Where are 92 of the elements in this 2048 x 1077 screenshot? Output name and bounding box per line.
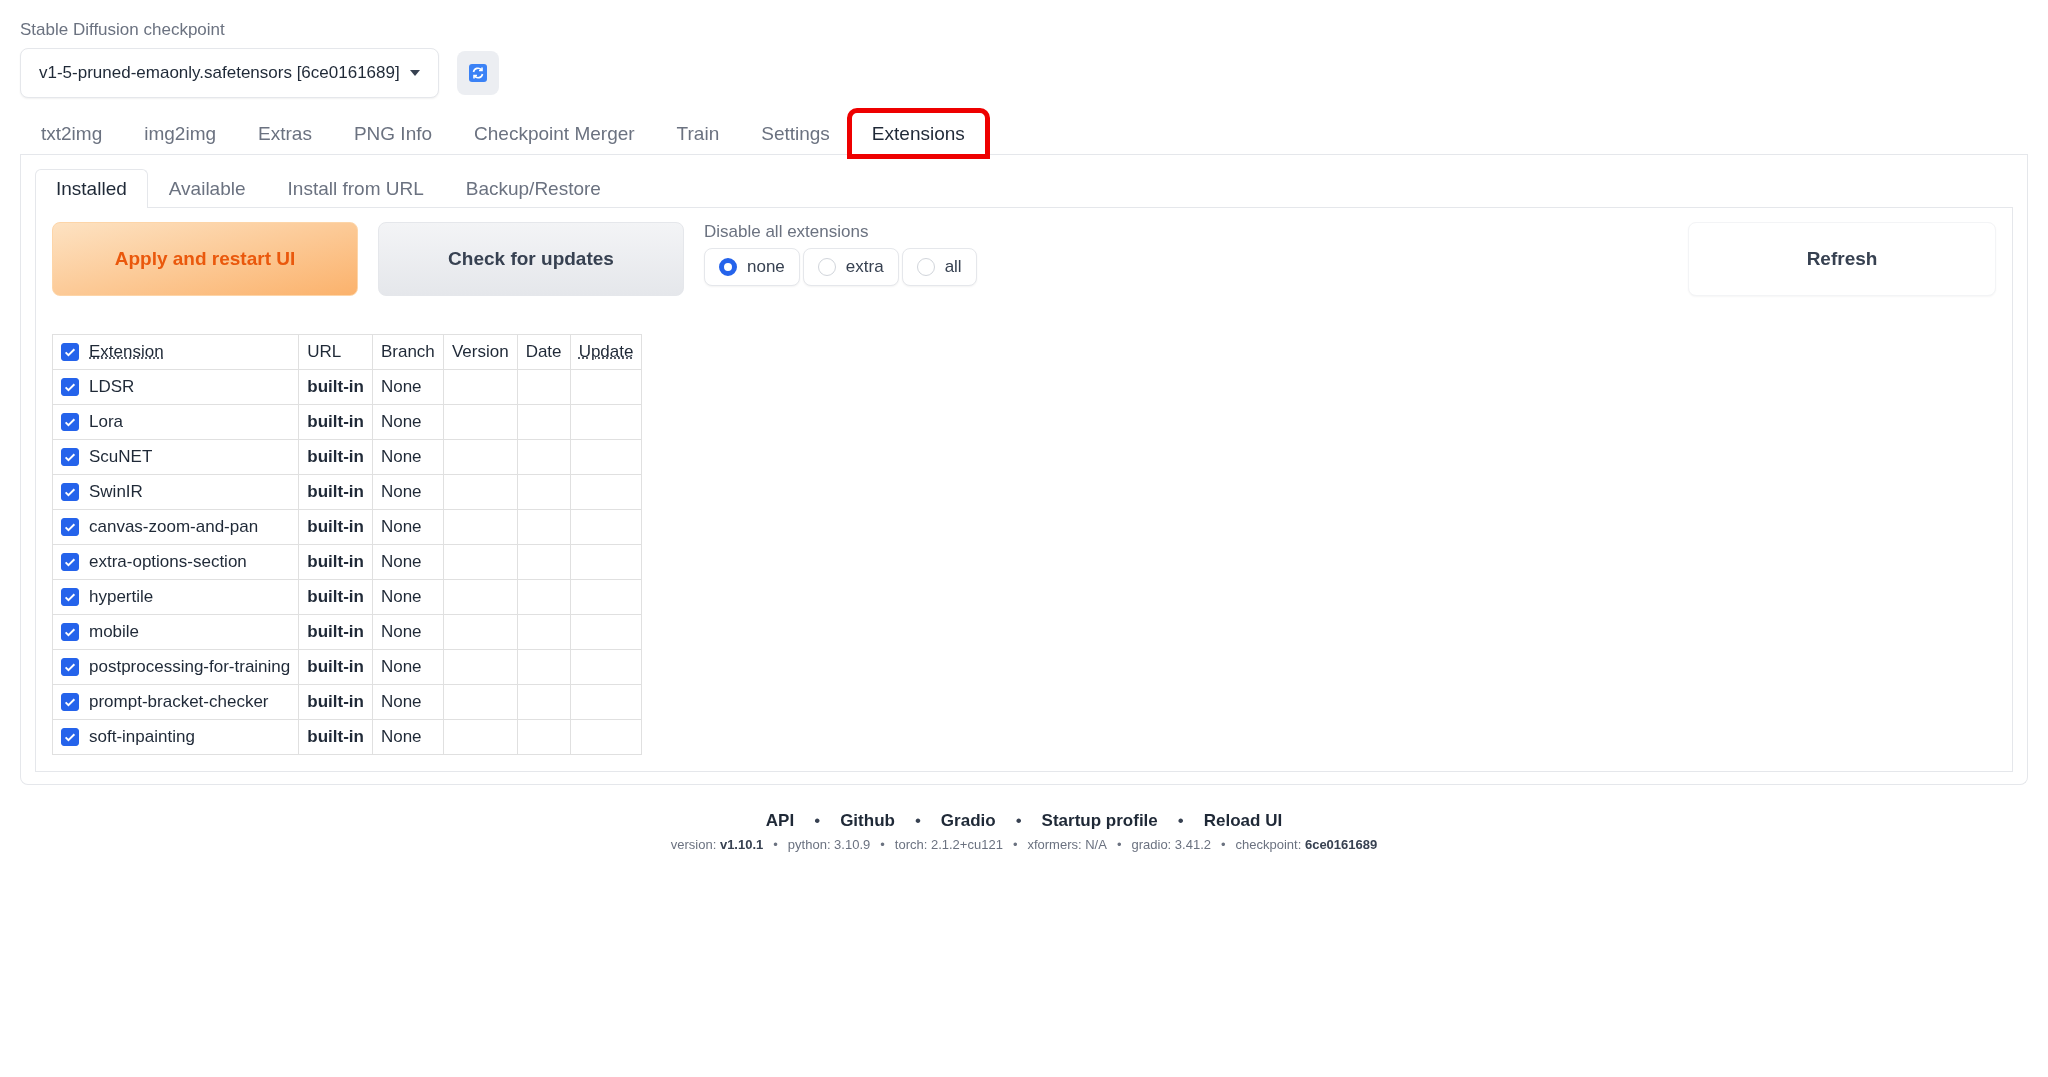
extension-name: hypertile: [89, 587, 154, 607]
radio-option[interactable]: extra: [802, 248, 899, 286]
branch-cell: None: [380, 552, 422, 571]
separator-dot: •: [1116, 837, 1122, 852]
tab[interactable]: Settings: [740, 112, 851, 155]
url-cell: built-in: [307, 587, 364, 606]
extension-name: LDSR: [89, 377, 135, 397]
extension-name: prompt-bracket-checker: [89, 692, 269, 712]
branch-cell: None: [380, 727, 422, 746]
url-cell: built-in: [307, 727, 364, 746]
url-cell: built-in: [307, 482, 364, 501]
url-cell: built-in: [307, 622, 364, 641]
version-info: version: v1.10.1: [670, 837, 764, 852]
tab[interactable]: img2img: [123, 112, 238, 155]
url-cell: built-in: [307, 657, 364, 676]
column-header: Branch: [380, 342, 435, 361]
checkbox[interactable]: [61, 693, 79, 711]
branch-cell: None: [380, 622, 422, 641]
checkpoint-label: Stable Diffusion checkpoint: [20, 20, 225, 40]
tab[interactable]: PNG Info: [332, 112, 454, 155]
url-cell: built-in: [307, 517, 364, 536]
separator-dot: •: [1012, 837, 1018, 852]
refresh-checkpoint-button[interactable]: [456, 51, 499, 95]
branch-cell: None: [380, 447, 422, 466]
url-cell: built-in: [307, 412, 364, 431]
checkbox[interactable]: [61, 343, 79, 361]
separator-dot: •: [914, 811, 921, 831]
extension-name: soft-inpainting: [89, 727, 195, 747]
url-cell: built-in: [307, 692, 364, 711]
url-cell: built-in: [307, 447, 364, 466]
separator-dot: •: [1015, 811, 1022, 831]
refresh-button[interactable]: Refresh: [1688, 222, 1996, 296]
checkbox[interactable]: [61, 518, 79, 536]
branch-cell: None: [380, 587, 422, 606]
refresh-icon: [468, 64, 487, 82]
branch-cell: None: [380, 657, 422, 676]
tab[interactable]: txt2img: [20, 112, 124, 155]
extension-name: extra-options-section: [89, 552, 247, 572]
branch-cell: None: [380, 517, 422, 536]
disable-extensions-label: Disable all extensions: [704, 222, 870, 242]
subtab[interactable]: Backup/Restore: [444, 169, 622, 208]
separator-dot: •: [1177, 811, 1184, 831]
footer-link[interactable]: API: [765, 811, 795, 831]
checkbox[interactable]: [61, 553, 79, 571]
caret-icon: [409, 70, 420, 76]
tab[interactable]: Train: [655, 112, 741, 155]
footer-link[interactable]: Gradio: [940, 811, 996, 831]
branch-cell: None: [380, 377, 422, 396]
column-header: URL: [307, 342, 342, 361]
footer-link[interactable]: Startup profile: [1041, 811, 1158, 831]
extension-name: ScuNET: [89, 447, 153, 467]
version-info: python: 3.10.9: [787, 837, 871, 852]
version-info: checkpoint: 6ce0161689: [1235, 837, 1378, 852]
footer-link[interactable]: Reload UI: [1203, 811, 1283, 831]
branch-cell: None: [380, 412, 422, 431]
footer-link[interactable]: Github: [840, 811, 895, 831]
url-cell: built-in: [307, 377, 364, 396]
checkpoint-dropdown[interactable]: v1-5-pruned-emaonly.safetensors [6ce0161689]: [20, 48, 439, 98]
checkbox[interactable]: [61, 658, 79, 676]
separator-dot: •: [814, 811, 821, 831]
branch-cell: None: [380, 692, 422, 711]
column-header: Version: [451, 342, 509, 361]
tab[interactable]: Checkpoint Merger: [453, 112, 656, 155]
separator-dot: •: [1221, 837, 1226, 852]
version-info: torch: 2.1.2+cu121: [894, 837, 1003, 852]
column-header[interactable]: Extension: [89, 342, 164, 362]
checkbox[interactable]: [61, 588, 79, 606]
checkbox[interactable]: [61, 483, 79, 501]
version-info: gradio: 3.41.2: [1131, 837, 1211, 852]
extension-name: SwinIR: [89, 482, 143, 502]
extension-name: canvas-zoom-and-pan: [89, 517, 259, 537]
url-cell: built-in: [307, 552, 364, 571]
radio-option[interactable]: all: [901, 248, 977, 286]
subtab[interactable]: Install from URL: [266, 169, 445, 208]
check-updates-button[interactable]: Check for updates: [378, 222, 684, 296]
checkbox[interactable]: [61, 413, 79, 431]
extension-name: Lora: [89, 412, 124, 432]
extension-name: mobile: [89, 622, 140, 642]
extension-name: postprocessing-for-training: [89, 657, 291, 677]
separator-dot: •: [773, 837, 778, 852]
radio-option[interactable]: none: [704, 248, 800, 286]
version-info: xformers: N/A: [1027, 837, 1107, 852]
branch-cell: None: [380, 482, 422, 501]
checkbox[interactable]: [61, 448, 79, 466]
subtab[interactable]: Available: [147, 169, 267, 208]
checkbox[interactable]: [61, 623, 79, 641]
column-header: Date: [525, 342, 562, 361]
checkbox[interactable]: [61, 378, 79, 396]
subtab[interactable]: Installed: [35, 169, 148, 208]
checkbox[interactable]: [61, 728, 79, 746]
separator-dot: •: [880, 837, 885, 852]
tab[interactable]: Extras: [237, 112, 333, 155]
